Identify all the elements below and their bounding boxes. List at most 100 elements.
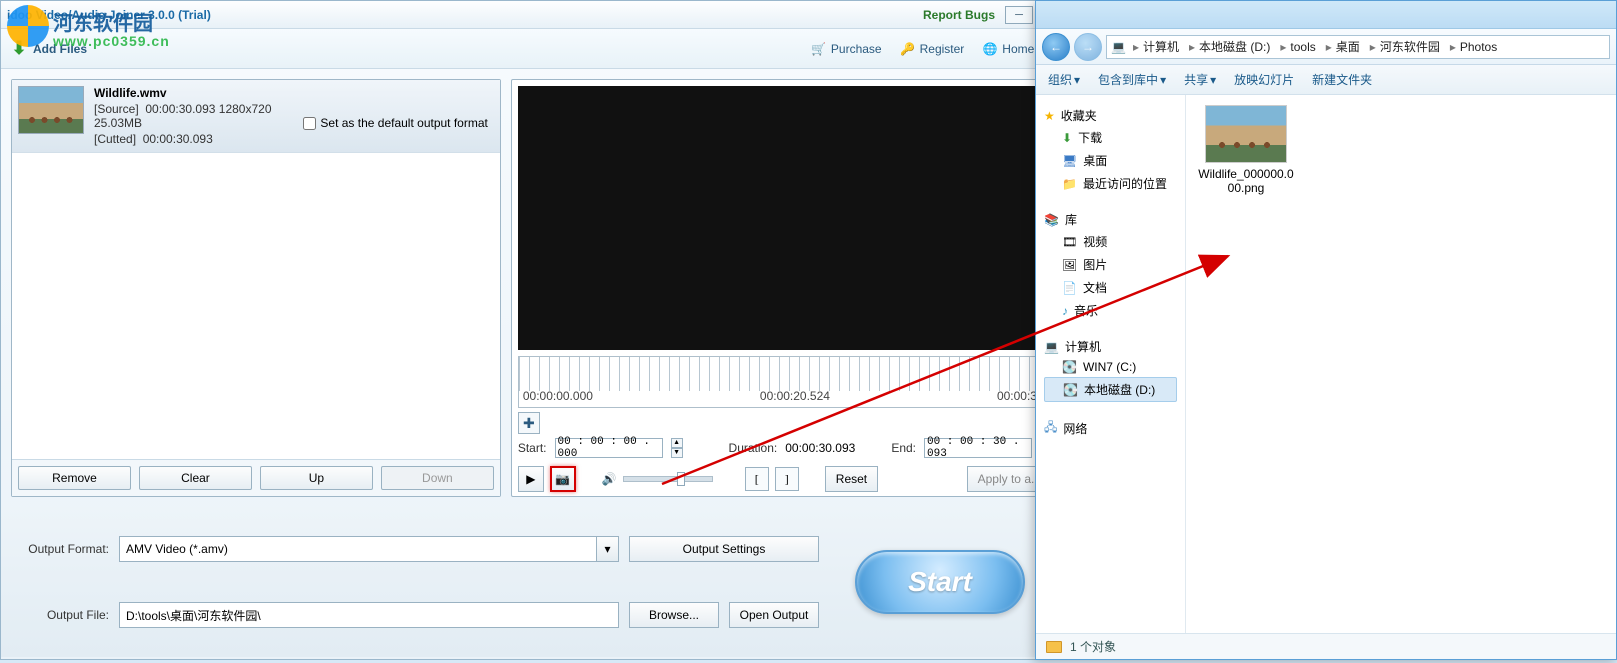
- start-spin-up[interactable]: ▲: [671, 438, 683, 448]
- sidebar-drive-c[interactable]: 💽WIN7 (C:): [1044, 357, 1177, 377]
- start-time-input[interactable]: 00 : 00 : 00 . 000: [555, 438, 663, 458]
- music-icon: ♪: [1062, 304, 1068, 318]
- slideshow-button[interactable]: 放映幻灯片: [1234, 71, 1294, 88]
- nav-forward-button[interactable]: →: [1074, 33, 1102, 61]
- register-link[interactable]: 🔑Register: [900, 41, 965, 57]
- titlebar: idoo Video/Audio Joiner 3.0.0 (Trial) Re…: [1, 1, 1069, 29]
- sidebar-recent[interactable]: 📁最近访问的位置: [1044, 172, 1177, 195]
- remove-button[interactable]: Remove: [18, 466, 131, 490]
- sidebar-desktop[interactable]: 🖥桌面: [1044, 149, 1177, 172]
- timeline[interactable]: 00:00:00.000 00:00:20.524 00:00:3...: [518, 356, 1052, 408]
- sidebar-computer[interactable]: 💻计算机: [1044, 336, 1177, 357]
- nav-back-button[interactable]: ←: [1042, 33, 1070, 61]
- timeline-label-start: 00:00:00.000: [523, 389, 593, 407]
- file-item[interactable]: Wildlife.wmv [Source] 00:00:30.093 1280x…: [12, 80, 500, 153]
- explorer-statusbar: 1 个对象: [1036, 633, 1616, 659]
- globe-icon: 🌐: [982, 41, 998, 57]
- volume-icon: 🔊: [602, 472, 617, 486]
- output-format-dropdown[interactable]: ▾: [597, 536, 619, 562]
- newfolder-button[interactable]: 新建文件夹: [1312, 71, 1372, 88]
- computer-icon: 💻: [1111, 40, 1126, 54]
- recent-icon: 📁: [1062, 177, 1077, 191]
- share-menu[interactable]: 共享 ▾: [1184, 71, 1216, 88]
- sidebar-downloads[interactable]: ⬇下载: [1044, 126, 1177, 149]
- minimize-button[interactable]: ─: [1005, 6, 1033, 24]
- snapshot-button[interactable]: 📷: [550, 466, 576, 492]
- app-window: idoo Video/Audio Joiner 3.0.0 (Trial) Re…: [0, 0, 1070, 660]
- play-button[interactable]: ▶: [518, 466, 544, 492]
- explorer-sidebar: ★收藏夹 ⬇下载 🖥桌面 📁最近访问的位置 📚库 🎞视频 🖼图片 📄文档 ♪音乐…: [1036, 95, 1186, 633]
- duration-value: 00:00:30.093: [785, 441, 855, 455]
- play-icon: ▶: [526, 472, 535, 486]
- library-icon: 📚: [1044, 213, 1059, 227]
- download-icon: ⬇: [1062, 131, 1072, 145]
- sidebar-videos[interactable]: 🎞视频: [1044, 230, 1177, 253]
- explorer-titlebar[interactable]: [1036, 1, 1616, 29]
- volume-slider[interactable]: [623, 476, 713, 482]
- up-button[interactable]: Up: [260, 466, 373, 490]
- add-clip-button[interactable]: ✚: [518, 412, 540, 434]
- file-name: Wildlife.wmv: [94, 86, 293, 100]
- arrow-right-icon: →: [1082, 40, 1094, 54]
- sidebar-drive-d[interactable]: 💽本地磁盘 (D:): [1044, 377, 1177, 402]
- start-label: Start:: [518, 441, 547, 455]
- browse-button[interactable]: Browse...: [629, 602, 719, 628]
- crumb-photos[interactable]: ▸Photos: [1445, 40, 1500, 54]
- sidebar-music[interactable]: ♪音乐: [1044, 299, 1177, 322]
- mark-out-button[interactable]: ]: [775, 467, 799, 491]
- timeline-label-mid: 00:00:20.524: [760, 389, 830, 407]
- desktop-icon: 🖥: [1062, 154, 1077, 168]
- add-files-label: Add Files: [33, 42, 87, 56]
- start-spin-down[interactable]: ▼: [671, 448, 683, 458]
- output-settings-button[interactable]: Output Settings: [629, 536, 819, 562]
- sidebar-pictures[interactable]: 🖼图片: [1044, 253, 1177, 276]
- sidebar-network[interactable]: 🖧网络: [1044, 416, 1177, 441]
- preview-panel: 00:00:00.000 00:00:20.524 00:00:3... ✚ S…: [511, 79, 1059, 497]
- sidebar-documents[interactable]: 📄文档: [1044, 276, 1177, 299]
- file-thumbnail-item[interactable]: Wildlife_000000.000.png: [1196, 105, 1296, 195]
- organize-menu[interactable]: 组织 ▾: [1048, 71, 1080, 88]
- output-format-combo[interactable]: [119, 536, 597, 562]
- computer-icon: 💻: [1044, 340, 1059, 354]
- sidebar-libraries[interactable]: 📚库: [1044, 209, 1177, 230]
- mark-in-button[interactable]: [: [745, 467, 769, 491]
- crumb-computer[interactable]: ▸计算机: [1128, 38, 1182, 55]
- sidebar-favorites[interactable]: ★收藏夹: [1044, 105, 1177, 126]
- add-files-icon: ⬇: [11, 41, 27, 57]
- include-menu[interactable]: 包含到库中 ▾: [1098, 71, 1166, 88]
- crumb-d[interactable]: ▸本地磁盘 (D:): [1184, 38, 1273, 55]
- open-output-button[interactable]: Open Output: [729, 602, 819, 628]
- drive-icon: 💽: [1063, 383, 1078, 397]
- reset-button[interactable]: Reset: [825, 466, 878, 492]
- default-format-checkbox[interactable]: Set as the default output format: [303, 86, 493, 146]
- add-files-button[interactable]: ⬇ Add Files: [11, 41, 87, 57]
- breadcrumb[interactable]: 💻 ▸计算机 ▸本地磁盘 (D:) ▸tools ▸桌面 ▸河东软件园 ▸Pho…: [1106, 35, 1610, 59]
- crumb-tools[interactable]: ▸tools: [1275, 40, 1318, 54]
- video-icon: 🎞: [1062, 235, 1077, 249]
- cart-icon: 🛒: [811, 41, 827, 57]
- explorer-toolbar: 组织 ▾ 包含到库中 ▾ 共享 ▾ 放映幻灯片 新建文件夹: [1036, 65, 1616, 95]
- window-title: idoo Video/Audio Joiner 3.0.0 (Trial): [7, 8, 923, 22]
- status-text: 1 个对象: [1070, 638, 1116, 655]
- start-button[interactable]: Start: [855, 550, 1025, 614]
- crumb-desktop[interactable]: ▸桌面: [1321, 38, 1363, 55]
- output-file-label: Output File:: [19, 608, 109, 622]
- thumbnail-image: [1205, 105, 1287, 163]
- down-button[interactable]: Down: [381, 466, 494, 490]
- file-list[interactable]: Wildlife.wmv [Source] 00:00:30.093 1280x…: [12, 80, 500, 459]
- key-icon: 🔑: [900, 41, 916, 57]
- explorer-nav: ← → 💻 ▸计算机 ▸本地磁盘 (D:) ▸tools ▸桌面 ▸河东软件园 …: [1036, 29, 1616, 65]
- arrow-left-icon: ←: [1050, 40, 1062, 54]
- crumb-hedong[interactable]: ▸河东软件园: [1365, 38, 1443, 55]
- documents-icon: 📄: [1062, 281, 1077, 295]
- clear-button[interactable]: Clear: [139, 466, 252, 490]
- drive-icon: 💽: [1062, 360, 1077, 374]
- star-icon: ★: [1044, 109, 1055, 123]
- output-file-input[interactable]: [119, 602, 619, 628]
- end-label: End:: [891, 441, 916, 455]
- video-preview[interactable]: [518, 86, 1052, 350]
- explorer-content[interactable]: Wildlife_000000.000.png: [1186, 95, 1616, 633]
- end-time-input[interactable]: 00 : 00 : 30 . 093: [924, 438, 1032, 458]
- report-bugs-link[interactable]: Report Bugs: [923, 8, 995, 22]
- purchase-link[interactable]: 🛒Purchase: [811, 41, 882, 57]
